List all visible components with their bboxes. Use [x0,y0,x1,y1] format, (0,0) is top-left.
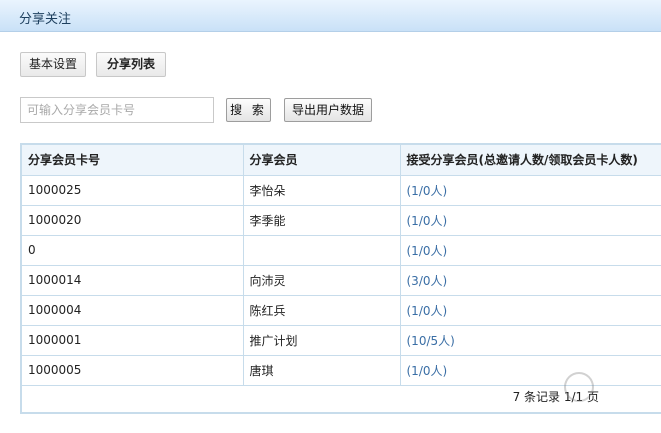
accepted-count-link[interactable]: (1/0人) [407,244,448,258]
cell-card-no: 1000014 [22,264,244,296]
share-list-table: 分享会员卡号 分享会员 接受分享会员(总邀请人数/领取会员卡人数) 100002… [20,143,661,414]
table-row: 1000005 唐琪 (1/0人) [22,354,661,386]
cell-accepted: (10/5人) [399,324,661,356]
tab-share-list[interactable]: 分享列表 [96,52,166,77]
accepted-count-link[interactable]: (3/0人) [407,274,448,288]
title-bar: 分享关注 [0,0,661,32]
cell-accepted: (3/0人) [399,264,661,296]
accepted-count-link[interactable]: (1/0人) [407,214,448,228]
column-header-card-no: 分享会员卡号 [22,145,244,176]
cell-card-no: 1000020 [22,204,244,236]
search-input[interactable] [20,97,214,123]
search-button[interactable]: 搜 索 [226,98,271,122]
tab-basic-settings[interactable]: 基本设置 [20,52,86,77]
column-header-member: 分享会员 [242,145,401,176]
cell-member: 向沛灵 [242,264,401,296]
pager-summary: 7 条记录 1/1 页 [512,390,599,404]
cell-member [242,234,401,266]
cell-accepted: (1/0人) [399,294,661,326]
cell-card-no: 1000001 [22,324,244,356]
accepted-count-link[interactable]: (10/5人) [407,334,455,348]
cell-card-no: 0 [22,234,244,266]
cell-card-no: 1000025 [22,174,244,206]
cell-member: 唐琪 [242,354,401,386]
cell-accepted: (1/0人) [399,204,661,236]
table-header-row: 分享会员卡号 分享会员 接受分享会员(总邀请人数/领取会员卡人数) [22,145,661,176]
accepted-count-link[interactable]: (1/0人) [407,184,448,198]
column-header-accepted: 接受分享会员(总邀请人数/领取会员卡人数) [399,145,661,176]
table-row: 1000020 李季能 (1/0人) [22,204,661,236]
page-title: 分享关注 [19,12,72,27]
cell-card-no: 1000005 [22,354,244,386]
cell-accepted: (1/0人) [399,354,661,386]
cell-accepted: (1/0人) [399,234,661,266]
cell-card-no: 1000004 [22,294,244,326]
export-user-data-button[interactable]: 导出用户数据 [284,98,372,122]
table-row: 1000025 李怡朵 (1/0人) [22,174,661,206]
table-row: 1000001 推广计划 (10/5人) [22,324,661,356]
cell-member: 陈红兵 [242,294,401,326]
cell-member: 李季能 [242,204,401,236]
cell-accepted: (1/0人) [399,174,661,206]
table-row: 0 (1/0人) [22,234,661,266]
table-row: 1000014 向沛灵 (3/0人) [22,264,661,296]
cell-member: 李怡朵 [242,174,401,206]
cell-member: 推广计划 [242,324,401,356]
accepted-count-link[interactable]: (1/0人) [407,304,448,318]
table-row: 1000004 陈红兵 (1/0人) [22,294,661,326]
accepted-count-link[interactable]: (1/0人) [407,364,448,378]
